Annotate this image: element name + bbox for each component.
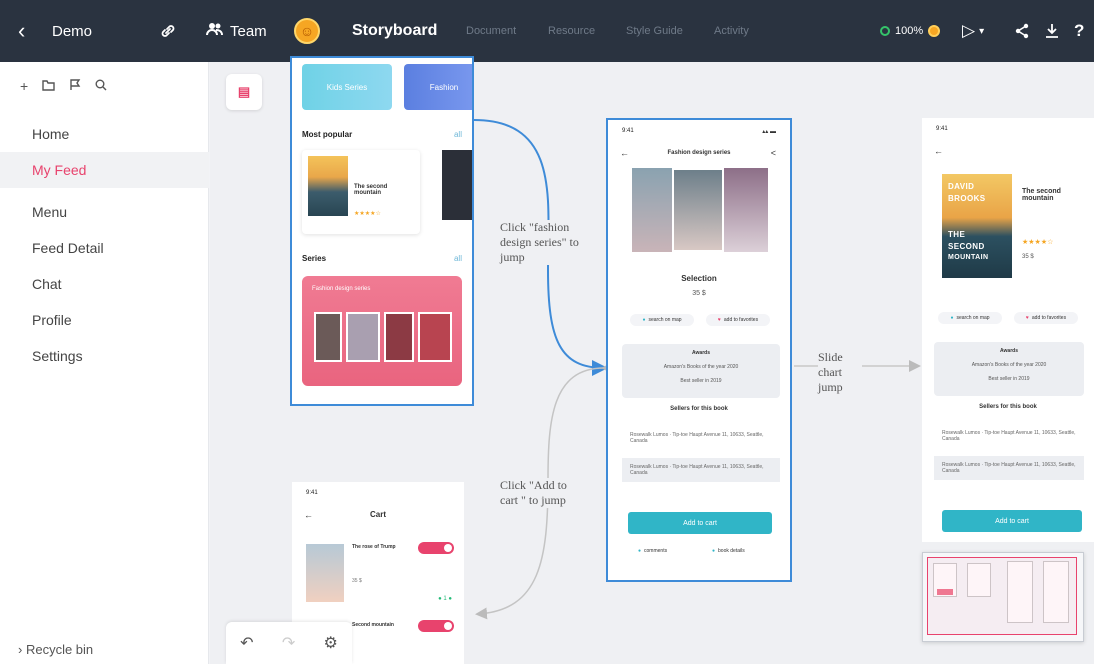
annotation-slide-jump: Slide chart jump [818, 350, 862, 395]
seller-row[interactable]: Rosewalk Lumos · Tip-toe Haupt Avenue 11… [622, 426, 780, 450]
series-thumbnail [314, 312, 342, 362]
awards-title: Awards [692, 350, 710, 356]
screen-book-detail[interactable]: 9:41 ← DAVID BROOKS THE SECOND MOUNTAIN … [922, 118, 1094, 542]
series-thumbnail [418, 312, 452, 362]
comments-label: comments [644, 548, 668, 554]
cart-item-name: The rose of Trump [352, 544, 396, 550]
cover-text: DAVID [948, 182, 975, 191]
series-card[interactable]: Fashion design series [302, 276, 462, 386]
cover-text: BROOKS [948, 194, 986, 203]
book-cover [306, 544, 344, 602]
add-to-cart-button[interactable]: Add to cart [942, 510, 1082, 532]
book-cover: DAVID BROOKS THE SECOND MOUNTAIN [942, 174, 1012, 278]
awards-line: Amazon's Books of the year 2020 [971, 362, 1047, 368]
section-title: Most popular [302, 130, 353, 139]
redo-icon[interactable]: ↷ [282, 633, 295, 653]
rating-stars: ★★★★☆ [354, 211, 381, 217]
heart-icon: ♥ [1025, 315, 1029, 321]
awards-line: Amazon's Books of the year 2020 [663, 364, 739, 370]
book-price: 35 $ [1022, 254, 1034, 260]
book-details-label: book details [718, 548, 745, 554]
add-favorites-button[interactable]: ♥ add to favorites [706, 314, 770, 326]
seller-row[interactable]: Rosewalk Lumos · Tip-toe Haupt Avenue 11… [622, 458, 780, 482]
comment-icon: ● [638, 548, 642, 554]
book-price: 35 $ [692, 290, 706, 297]
book-cover [308, 156, 348, 216]
add-screen-button[interactable]: ▤ [226, 74, 262, 110]
annotation-fashion-jump: Click "fashion design series" to jump [500, 220, 590, 265]
toggle-knob [444, 544, 452, 552]
add-favorites-label: add to favorites [1031, 315, 1067, 321]
add-to-cart-button[interactable]: Add to cart [628, 512, 772, 534]
back-icon[interactable]: ← [934, 146, 943, 156]
series-thumbnail [384, 312, 414, 362]
awards-line: Best seller in 2019 [988, 376, 1030, 382]
book-title: Selection [681, 274, 717, 283]
search-map-button[interactable]: ● search on map [630, 314, 694, 326]
book-card[interactable] [442, 150, 472, 220]
rating-stars: ★★★★☆ [1022, 239, 1054, 246]
search-map-button[interactable]: ● search on map [938, 312, 1002, 324]
search-map-label: search on map [648, 317, 682, 323]
section-title: Series [302, 254, 327, 263]
cover-image [672, 168, 724, 252]
seller-row[interactable]: Rosewalk Lumos · Tip-toe Haupt Avenue 11… [934, 456, 1084, 480]
cart-item[interactable]: The rose of Trump 35 $ ● 1 ● [306, 540, 456, 610]
item-toggle[interactable] [418, 542, 454, 554]
series-card-label: Fashion design series [312, 286, 371, 292]
settings-icon[interactable]: ⚙ [324, 633, 338, 653]
toggle-knob [444, 622, 452, 630]
awards-line: Best seller in 2019 [680, 378, 722, 384]
add-favorites-button[interactable]: ♥ add to favorites [1014, 312, 1078, 324]
cart-item-name: Second mountain [352, 622, 394, 628]
category-card[interactable]: Fashion [404, 64, 472, 110]
minimap-viewport[interactable] [927, 557, 1077, 635]
minimap[interactable] [922, 552, 1084, 642]
screen-home[interactable]: Kids Series Fashion Most popular all The… [290, 56, 474, 406]
book-card[interactable]: The second mountain ★★★★☆ [302, 150, 420, 234]
screen-header: Fashion design series [667, 150, 731, 156]
undo-icon[interactable]: ↶ [240, 633, 253, 653]
share-icon[interactable]: < [771, 148, 776, 158]
cover-text: MOUNTAIN [948, 254, 989, 261]
status-time: 9:41 [622, 128, 634, 134]
map-pin-icon: ● [642, 317, 646, 323]
book-details-button[interactable]: ● book details [712, 548, 745, 554]
more-link[interactable]: all [454, 254, 462, 263]
awards-title: Awards [1000, 348, 1018, 354]
status-icons: ▴▴ ▬ [762, 129, 776, 135]
screen-header: Cart [369, 510, 386, 519]
cover-image [724, 168, 768, 252]
info-icon: ● [712, 548, 716, 554]
category-card[interactable]: Kids Series [302, 64, 392, 110]
book-title: The second mountain [354, 184, 388, 196]
map-pin-icon: ● [950, 315, 954, 321]
status-time: 9:41 [936, 126, 948, 132]
quantity-stepper[interactable]: ● 1 ● [438, 596, 452, 602]
section-title: Sellers for this book [670, 406, 728, 412]
awards-box: Awards Amazon's Books of the year 2020 B… [622, 344, 780, 398]
cover-text: THE [948, 230, 966, 239]
add-favorites-label: add to favorites [723, 317, 759, 323]
canvas-toolbar: ↶ ↷ ⚙ [226, 622, 352, 664]
search-map-label: search on map [956, 315, 990, 321]
item-toggle[interactable] [418, 620, 454, 632]
book-title: The second mountain [1022, 188, 1061, 202]
cover-gallery[interactable] [632, 168, 768, 252]
series-thumbnail [346, 312, 380, 362]
status-time: 9:41 [306, 490, 318, 496]
screen-feed-detail[interactable]: 9:41 ▴▴ ▬ ← Fashion design series < Sele… [606, 118, 792, 582]
seller-row[interactable]: Rosewalk Lumos · Tip-toe Haupt Avenue 11… [934, 424, 1084, 448]
more-link[interactable]: all [454, 130, 462, 139]
section-title: Sellers for this book [979, 404, 1037, 410]
cart-item-price: 35 $ [352, 578, 362, 584]
annotation-cart-jump: Click "Add to cart " to jump [500, 478, 584, 508]
awards-box: Awards Amazon's Books of the year 2020 B… [934, 342, 1084, 396]
comments-button[interactable]: ● comments [638, 548, 667, 554]
cover-text: SECOND [948, 242, 985, 251]
heart-icon: ♥ [717, 317, 721, 323]
